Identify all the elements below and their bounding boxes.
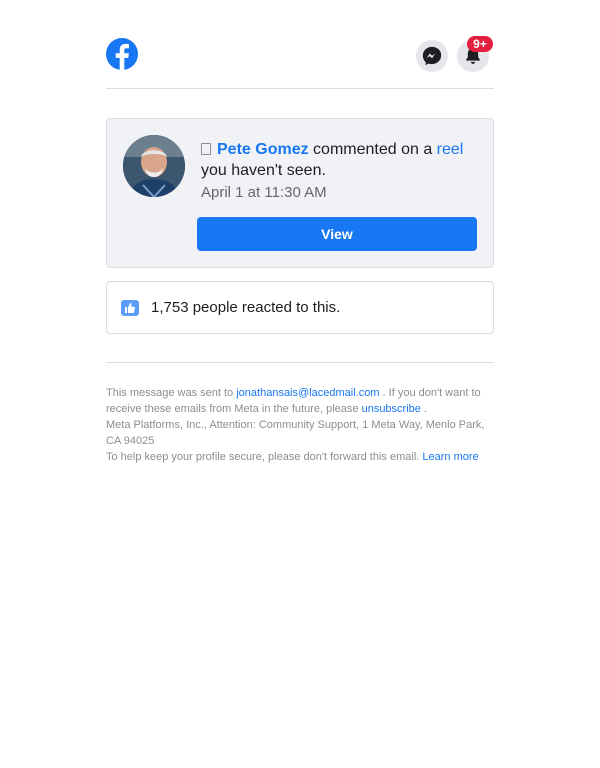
actor-name-link[interactable]: Pete Gomez [217,141,309,158]
reel-link[interactable]: reel [437,141,464,158]
emoji-placeholder-icon [201,143,211,155]
email-footer: This message was sent to jonathansais@la… [106,385,494,465]
email-header: 9+ [106,0,494,89]
footer-divider [106,362,494,363]
notifications-badge: 9+ [467,36,493,52]
unsubscribe-link[interactable]: unsubscribe [362,403,421,415]
like-icon [121,299,139,316]
notification-action-text: commented on a [308,141,437,158]
notification-timestamp: April 1 at 11:30 AM [201,184,327,201]
view-button[interactable]: View [197,217,477,251]
notification-card: Pete Gomez commented on a reel you haven'… [106,118,494,268]
footer-security-text: To help keep your profile secure, please… [106,451,423,463]
reactions-box: 1,753 people reacted to this. [106,281,494,334]
notification-suffix-text: you haven't seen. [201,162,326,179]
email-container: 9+ Pete Gomez commented on a reel you hav… [106,0,494,465]
avatar[interactable] [123,135,185,197]
reactions-count-text: 1,753 people reacted to this. [151,299,341,316]
messenger-icon[interactable] [416,40,448,72]
notification-text: Pete Gomez commented on a reel you haven'… [201,139,481,181]
recipient-email-link[interactable]: jonathansais@lacedmail.com [236,387,379,399]
footer-address: Meta Platforms, Inc., Attention: Communi… [106,419,485,447]
footer-period: . [420,403,428,415]
footer-sent-to-text: This message was sent to [106,387,237,399]
learn-more-link[interactable]: Learn more [422,451,478,463]
facebook-logo-icon[interactable] [106,38,138,70]
